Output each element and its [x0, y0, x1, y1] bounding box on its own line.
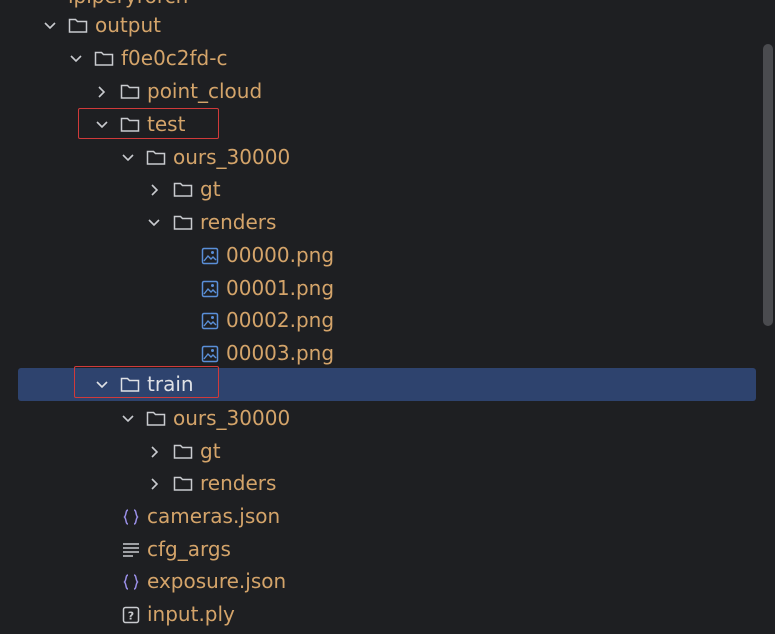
folder-icon [68, 16, 88, 36]
tree-row-label: train [147, 372, 194, 396]
tree-row-file[interactable]: 00002.png [0, 304, 756, 337]
image-file-icon [200, 279, 220, 299]
folder-icon [120, 115, 140, 135]
tree-row-label: ours_30000 [173, 145, 291, 169]
json-file-icon [121, 572, 141, 592]
tree-row-f0e0c2fd-c[interactable]: f0e0c2fd-c [0, 42, 756, 75]
tree-row-label: cameras.json [147, 504, 281, 528]
image-file-icon [200, 311, 220, 331]
tree-row-label: test [147, 112, 186, 136]
tree-row-train[interactable]: train [18, 368, 756, 401]
folder-icon [173, 474, 193, 494]
folder-icon [173, 213, 193, 233]
tree-row-label: gt [200, 177, 221, 201]
image-file-icon [200, 246, 220, 266]
folder-icon [173, 180, 193, 200]
project-tree-panel: ipiperyrorch output f0e0c2fd-c point_clo… [0, 0, 775, 634]
chevron-right-icon[interactable] [148, 183, 162, 197]
chevron-down-icon[interactable] [147, 216, 161, 230]
tree-row-file[interactable]: 00003.png [0, 337, 756, 370]
tree-row-point-cloud[interactable]: point_cloud [0, 75, 756, 108]
folder-icon [146, 148, 166, 168]
tree-row-file[interactable]: cfg_args [0, 533, 756, 566]
folder-icon [120, 375, 140, 395]
tree-row-label: gt [200, 439, 221, 463]
chevron-down-icon[interactable] [69, 52, 83, 66]
chevron-right-icon[interactable] [95, 85, 109, 99]
chevron-down-icon[interactable] [43, 19, 57, 33]
text-file-icon [121, 540, 141, 560]
tree-row-label: exposure.json [147, 569, 287, 593]
tree-row-label: 00000.png [226, 243, 335, 267]
tree-row-label: 00002.png [226, 308, 335, 332]
folder-icon [146, 409, 166, 429]
tree-row-partial[interactable]: ipiperyrorch [68, 0, 188, 6]
tree-row-gt[interactable]: gt [0, 173, 756, 206]
tree-row-label: ours_30000 [173, 406, 291, 430]
tree-row-label: 00003.png [226, 341, 335, 365]
folder-icon [173, 442, 193, 462]
chevron-down-icon[interactable] [95, 378, 109, 392]
vertical-scrollbar[interactable] [763, 44, 773, 326]
tree-row-label: renders [200, 471, 277, 495]
tree-row-file[interactable]: cameras.json [0, 500, 756, 533]
tree-row-gt[interactable]: gt [0, 435, 756, 468]
image-file-icon [200, 344, 220, 364]
tree-row-label: output [95, 13, 161, 37]
tree-row-file[interactable]: ? input.ply [0, 598, 756, 631]
folder-icon [120, 82, 140, 102]
chevron-right-icon[interactable] [148, 445, 162, 459]
tree-row-output[interactable]: output [0, 9, 756, 42]
svg-text:?: ? [128, 609, 134, 622]
chevron-down-icon[interactable] [121, 412, 135, 426]
tree-row-file[interactable]: 00001.png [0, 272, 756, 305]
chevron-down-icon[interactable] [95, 118, 109, 132]
tree-row-label: renders [200, 210, 277, 234]
tree-row-renders[interactable]: renders [0, 467, 756, 500]
chevron-right-icon[interactable] [148, 477, 162, 491]
tree-row-label: point_cloud [147, 79, 263, 103]
tree-row-label: f0e0c2fd-c [121, 46, 228, 70]
chevron-down-icon[interactable] [121, 151, 135, 165]
tree-row-file[interactable]: exposure.json [0, 565, 756, 598]
unknown-file-icon: ? [121, 605, 141, 625]
tree-row-test[interactable]: test [0, 108, 756, 141]
tree-row-label: input.ply [147, 602, 235, 626]
tree-row-file[interactable]: 00000.png [0, 239, 756, 272]
tree-row-label: cfg_args [147, 537, 231, 561]
tree-row-ours-30000[interactable]: ours_30000 [0, 402, 756, 435]
tree-row-renders[interactable]: renders [0, 206, 756, 239]
json-file-icon [121, 507, 141, 527]
tree-row-ours-30000[interactable]: ours_30000 [0, 141, 756, 174]
tree-row-label: ipiperyrorch [68, 0, 188, 6]
tree-row-label: 00001.png [226, 276, 335, 300]
folder-icon [94, 49, 114, 69]
